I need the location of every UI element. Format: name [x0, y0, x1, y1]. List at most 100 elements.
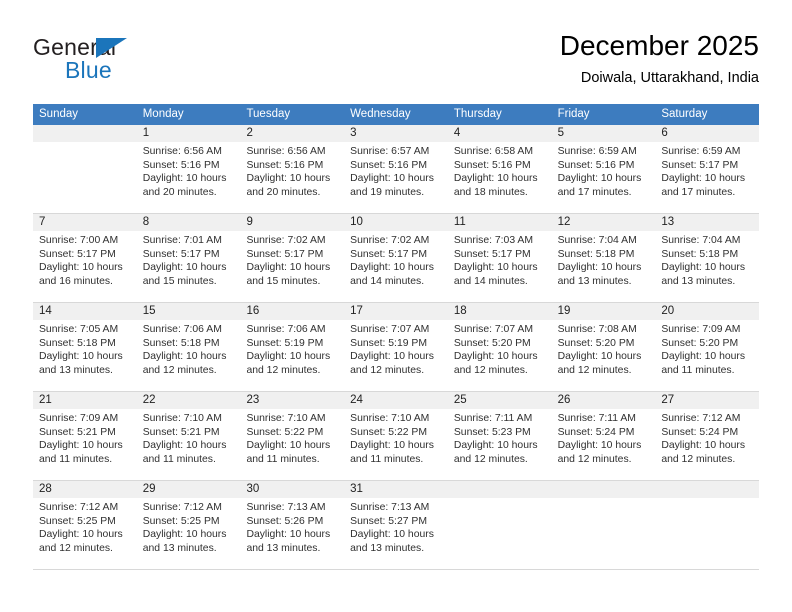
calendar-day-cell[interactable]: 23 Sunrise: 7:10 AM Sunset: 5:22 PM Dayligh… [240, 392, 345, 480]
day-detail-line: Sunset: 5:19 PM [246, 337, 324, 349]
day-detail-line: Daylight: 10 hours [661, 351, 746, 363]
day-detail-line: Sunset: 5:20 PM [453, 337, 531, 349]
day-number: 28 [33, 481, 137, 498]
day-detail-text [33, 142, 137, 145]
day-detail-line: Sunrise: 7:12 AM [39, 502, 119, 513]
day-detail-text: Sunrise: 7:13 AM Sunset: 5:26 PM Daylight:… [240, 498, 344, 555]
day-number: 6 [655, 125, 760, 142]
day-detail-line: Daylight: 10 hours [350, 529, 434, 541]
day-detail-text: Sunrise: 7:08 AM Sunset: 5:20 PM Daylight:… [552, 320, 656, 377]
day-detail-line: Sunrise: 7:03 AM [453, 235, 534, 246]
day-detail-line: Sunset: 5:24 PM [661, 426, 739, 438]
weekday-header-thursday: Thursday [453, 108, 502, 120]
calendar-day-cell[interactable]: 24 Sunrise: 7:10 AM Sunset: 5:22 PM Dayligh… [344, 392, 448, 480]
calendar-day-cell[interactable]: 3 Sunrise: 6:57 AM Sunset: 5:16 PM Daylight… [344, 125, 448, 213]
day-detail-line: Sunset: 5:17 PM [142, 248, 220, 260]
day-number: 14 [33, 303, 137, 320]
calendar-day-cell[interactable]: 6 Sunrise: 6:59 AM Sunset: 5:17 PM Daylight… [655, 125, 760, 213]
day-detail-line: and 17 minutes. [557, 186, 632, 198]
day-number: 8 [136, 214, 241, 231]
day-detail-line: Sunrise: 6:58 AM [453, 146, 534, 157]
calendar-day-cell[interactable]: 25 Sunrise: 7:11 AM Sunset: 5:23 PM Dayligh… [447, 392, 552, 480]
day-number: 18 [447, 303, 552, 320]
day-detail-line: and 14 minutes. [350, 275, 425, 287]
calendar-day-cell[interactable]: 26 Sunrise: 7:11 AM Sunset: 5:24 PM Dayligh… [551, 392, 656, 480]
calendar-day-cell[interactable]: 7 Sunrise: 7:00 AM Sunset: 5:17 PM Daylight… [33, 214, 137, 302]
calendar-day-cell[interactable]: 12 Sunrise: 7:04 AM Sunset: 5:18 PM Dayligh… [551, 214, 656, 302]
calendar-day-cell[interactable]: 19 Sunrise: 7:08 AM Sunset: 5:20 PM Dayligh… [551, 303, 656, 391]
day-number: 19 [551, 303, 656, 320]
calendar-day-cell[interactable]: 16 Sunrise: 7:06 AM Sunset: 5:19 PM Dayligh… [240, 303, 345, 391]
calendar-day-cell[interactable]: 20 Sunrise: 7:09 AM Sunset: 5:20 PM Dayligh… [655, 303, 760, 391]
calendar-day-cell[interactable]: 18 Sunrise: 7:07 AM Sunset: 5:20 PM Dayligh… [447, 303, 552, 391]
calendar-day-cell[interactable]: 17 Sunrise: 7:07 AM Sunset: 5:19 PM Dayligh… [344, 303, 448, 391]
day-detail-text: Sunrise: 7:01 AM Sunset: 5:17 PM Daylight:… [137, 231, 241, 288]
day-detail-text: Sunrise: 6:56 AM Sunset: 5:16 PM Daylight:… [240, 142, 344, 199]
day-detail-line: Daylight: 10 hours [142, 262, 227, 274]
day-detail-line: Daylight: 10 hours [142, 529, 227, 541]
day-number: 23 [240, 392, 345, 409]
day-detail-line: Sunrise: 7:11 AM [557, 413, 636, 424]
calendar-day-cell[interactable]: 2 Sunrise: 6:56 AM Sunset: 5:16 PM Daylight… [240, 125, 345, 213]
calendar-day-cell[interactable]: 9 Sunrise: 7:02 AM Sunset: 5:17 PM Daylight… [240, 214, 345, 302]
day-detail-line: and 12 minutes. [142, 364, 217, 376]
calendar-day-cell[interactable]: 22 Sunrise: 7:10 AM Sunset: 5:21 PM Dayligh… [136, 392, 241, 480]
day-detail-text [448, 498, 552, 501]
calendar-day-cell[interactable]: 31 Sunrise: 7:13 AM Sunset: 5:27 PM Dayligh… [344, 481, 448, 569]
day-detail-line: and 12 minutes. [557, 364, 632, 376]
day-detail-line: Sunrise: 6:59 AM [661, 146, 741, 157]
weekday-header-sunday: Sunday [39, 108, 79, 120]
calendar-day-cell[interactable]: 5 Sunrise: 6:59 AM Sunset: 5:16 PM Daylight… [551, 125, 656, 213]
day-number [551, 481, 656, 498]
day-detail-line: Sunrise: 7:12 AM [142, 502, 222, 513]
day-detail-line: Daylight: 10 hours [453, 440, 538, 452]
calendar-day-cell[interactable]: 15 Sunrise: 7:06 AM Sunset: 5:18 PM Dayligh… [136, 303, 241, 391]
day-detail-line: Sunrise: 7:10 AM [350, 413, 430, 424]
calendar-grid: Sunday Monday Tuesday Wednesday Thursday Frid… [33, 104, 760, 570]
day-number: 26 [551, 392, 656, 409]
day-detail-text: Sunrise: 7:13 AM Sunset: 5:27 PM Daylight:… [344, 498, 448, 555]
calendar-day-cell[interactable]: 30 Sunrise: 7:13 AM Sunset: 5:26 PM Dayligh… [240, 481, 345, 569]
day-detail-line: Sunset: 5:20 PM [557, 337, 635, 349]
day-detail-line: Sunset: 5:21 PM [142, 426, 220, 438]
day-detail-line: Daylight: 10 hours [557, 173, 642, 185]
day-detail-line: Sunrise: 7:06 AM [142, 324, 222, 335]
calendar-week-row: 14 Sunrise: 7:05 AM Sunset: 5:18 PM Dayligh… [33, 303, 760, 392]
day-detail-line: Sunset: 5:22 PM [350, 426, 427, 438]
weekday-header-saturday: Saturday [661, 108, 708, 120]
day-detail-line: Daylight: 10 hours [246, 529, 331, 541]
calendar-day-cell[interactable]: 29 Sunrise: 7:12 AM Sunset: 5:25 PM Dayligh… [136, 481, 241, 569]
day-detail-line: Daylight: 10 hours [246, 351, 331, 363]
day-detail-line: Daylight: 10 hours [557, 351, 642, 363]
day-detail-line: and 13 minutes. [350, 542, 425, 554]
calendar-day-cell[interactable]: 1 Sunrise: 6:56 AM Sunset: 5:16 PM Daylight… [136, 125, 241, 213]
page-title: December 2025 [559, 30, 759, 61]
day-detail-line: Daylight: 10 hours [350, 173, 434, 185]
calendar-week-row: 1 Sunrise: 6:56 AM Sunset: 5:16 PM Daylight… [33, 125, 760, 214]
day-detail-line: Sunset: 5:16 PM [142, 159, 220, 171]
calendar-day-cell[interactable]: 28 Sunrise: 7:12 AM Sunset: 5:25 PM Dayligh… [33, 481, 137, 569]
calendar-day-cell[interactable]: 27 Sunrise: 7:12 AM Sunset: 5:24 PM Dayligh… [655, 392, 760, 480]
day-detail-line: Sunrise: 7:02 AM [350, 235, 430, 246]
day-detail-line: Sunrise: 7:06 AM [246, 324, 326, 335]
day-detail-line: Sunrise: 7:10 AM [246, 413, 326, 424]
day-number: 17 [344, 303, 448, 320]
day-detail-line: and 15 minutes. [246, 275, 321, 287]
day-detail-text: Sunrise: 7:11 AM Sunset: 5:24 PM Daylight:… [552, 409, 656, 466]
general-blue-logo: General Blue [33, 34, 213, 92]
calendar-day-cell[interactable]: 13 Sunrise: 7:04 AM Sunset: 5:18 PM Dayligh… [655, 214, 760, 302]
calendar-day-cell[interactable]: 4 Sunrise: 6:58 AM Sunset: 5:16 PM Daylight… [447, 125, 552, 213]
day-detail-line: and 15 minutes. [142, 275, 217, 287]
day-detail-text: Sunrise: 6:56 AM Sunset: 5:16 PM Daylight:… [137, 142, 241, 199]
day-number: 25 [447, 392, 552, 409]
calendar-day-cell[interactable]: 11 Sunrise: 7:03 AM Sunset: 5:17 PM Dayligh… [447, 214, 552, 302]
calendar-day-cell[interactable]: 10 Sunrise: 7:02 AM Sunset: 5:17 PM Dayligh… [344, 214, 448, 302]
day-detail-line: Daylight: 10 hours [350, 262, 434, 274]
day-detail-line: Sunset: 5:16 PM [557, 159, 635, 171]
day-detail-text: Sunrise: 7:12 AM Sunset: 5:24 PM Daylight:… [655, 409, 759, 466]
calendar-day-cell[interactable]: 8 Sunrise: 7:01 AM Sunset: 5:17 PM Daylight… [136, 214, 241, 302]
calendar-day-cell[interactable]: 14 Sunrise: 7:05 AM Sunset: 5:18 PM Dayligh… [33, 303, 137, 391]
calendar-cell-empty [33, 125, 137, 213]
calendar-day-cell[interactable]: 21 Sunrise: 7:09 AM Sunset: 5:21 PM Dayligh… [33, 392, 137, 480]
day-detail-line: and 11 minutes. [246, 453, 320, 465]
